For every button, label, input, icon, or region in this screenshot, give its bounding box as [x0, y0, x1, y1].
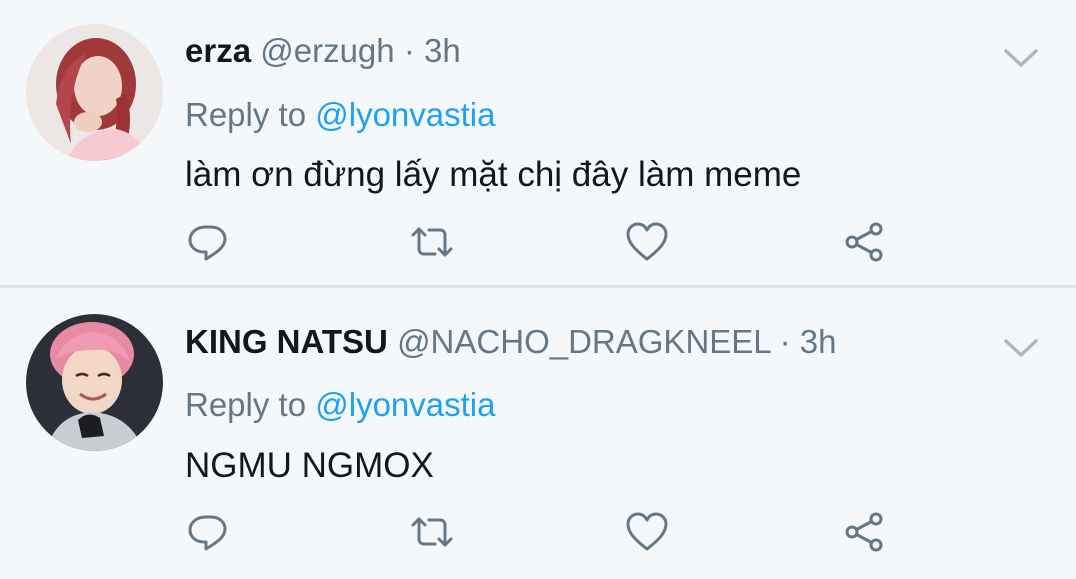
timestamp[interactable]: 3h	[424, 32, 461, 69]
chevron-down-icon[interactable]	[1002, 46, 1040, 70]
separator-dot: ·	[779, 323, 791, 360]
reply-mention-link[interactable]: @lyonvastia	[315, 96, 495, 133]
reply-icon	[188, 515, 227, 551]
tweet-text: làm ơn đừng lấy mặt chị đây làm meme	[185, 155, 802, 194]
user-handle[interactable]: @erzugh	[260, 32, 394, 69]
tweet-header: KING NATSU @NACHO_DRAGKNEEL · 3h	[185, 322, 837, 362]
user-handle[interactable]: @NACHO_DRAGKNEEL	[397, 323, 770, 360]
share-icon	[845, 512, 883, 552]
share-button[interactable]	[842, 509, 888, 555]
avatar-image	[26, 314, 163, 451]
avatar-image	[26, 24, 163, 161]
tweet[interactable]: KING NATSU @NACHO_DRAGKNEEL · 3h Reply t…	[0, 288, 1076, 579]
share-button[interactable]	[842, 219, 888, 265]
reply-prefix: Reply to	[185, 96, 307, 133]
tweet-actions	[0, 219, 1076, 265]
reply-context: Reply to @lyonvastia	[185, 95, 495, 135]
tweet-text: NGMU NGMOX	[185, 446, 434, 485]
retweet-button[interactable]	[409, 509, 455, 555]
share-icon	[845, 222, 883, 262]
tweet-header: erza @erzugh · 3h	[185, 31, 461, 71]
tweet-actions	[0, 509, 1076, 555]
like-button[interactable]	[624, 219, 670, 265]
chevron-down-icon[interactable]	[1002, 336, 1040, 360]
avatar[interactable]	[26, 24, 163, 161]
reply-button[interactable]	[185, 509, 231, 555]
timestamp[interactable]: 3h	[800, 323, 837, 360]
reply-prefix: Reply to	[185, 386, 307, 423]
avatar[interactable]	[26, 314, 163, 451]
retweet-icon	[411, 227, 453, 257]
like-button[interactable]	[624, 509, 670, 555]
reply-icon	[188, 225, 227, 261]
reply-button[interactable]	[185, 219, 231, 265]
retweet-icon	[411, 517, 453, 547]
tweet[interactable]: erza @erzugh · 3h Reply to @lyonvastia l…	[0, 0, 1076, 286]
display-name[interactable]: erza	[185, 32, 251, 69]
heart-icon	[626, 512, 668, 551]
reply-mention-link[interactable]: @lyonvastia	[315, 386, 495, 423]
display-name[interactable]: KING NATSU	[185, 323, 388, 360]
heart-icon	[626, 222, 668, 261]
retweet-button[interactable]	[409, 219, 455, 265]
reply-context: Reply to @lyonvastia	[185, 385, 495, 425]
separator-dot: ·	[403, 32, 415, 69]
